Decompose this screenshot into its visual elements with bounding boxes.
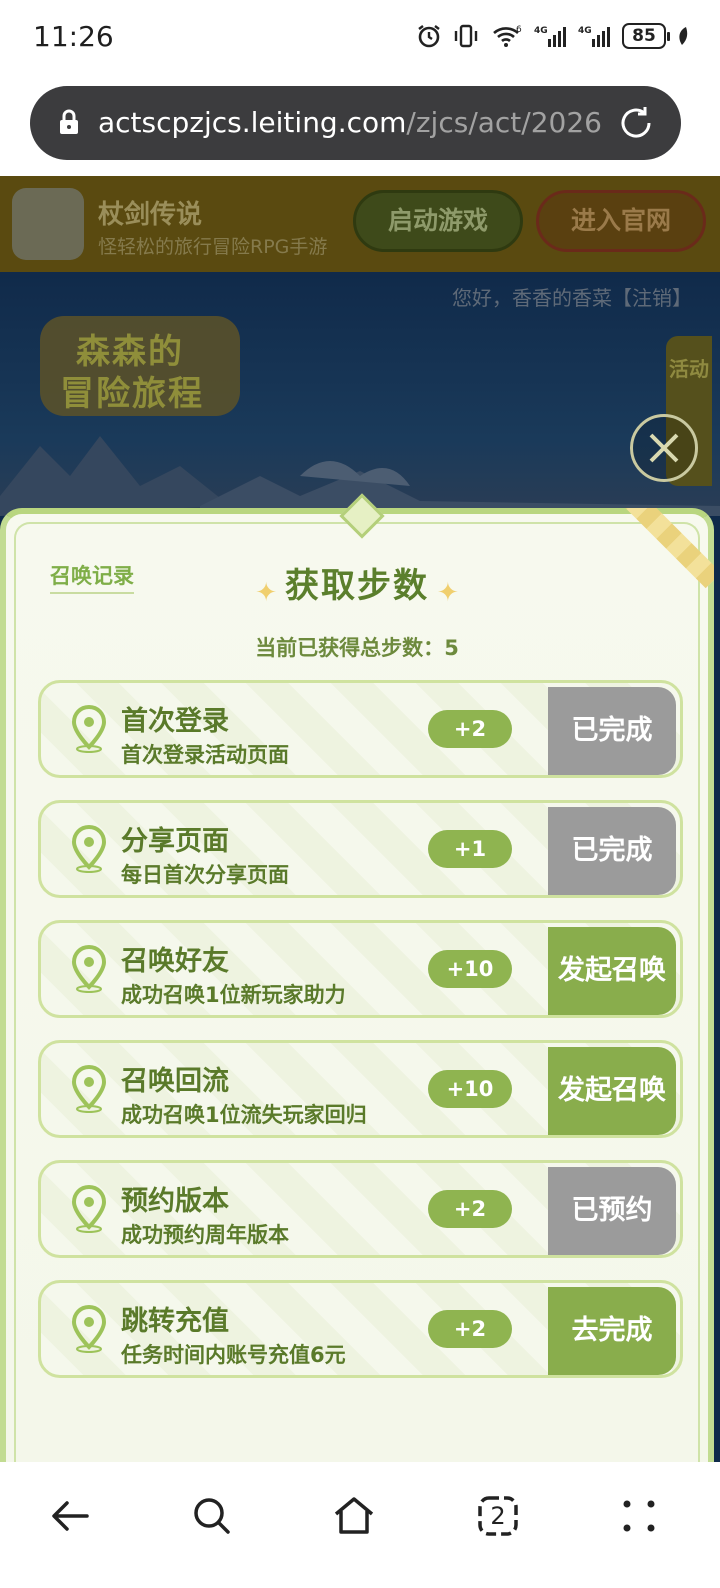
official-site-button[interactable]: 进入官网 bbox=[536, 190, 706, 252]
steps-modal: 召唤记录 ✦ 获取步数 ✦ 当前已获得总步数：5 首次登录 首次登录活动页面 +2 … bbox=[0, 493, 714, 1462]
task-name: 首次登录 bbox=[121, 706, 229, 737]
lock-icon bbox=[60, 109, 78, 134]
location-pin-icon bbox=[71, 1065, 107, 1113]
task-points-badge: +2 bbox=[428, 1190, 512, 1228]
sparkle-icon: ✦ bbox=[437, 577, 459, 608]
greeting-text[interactable]: 您好，香香的香菜【注销】 bbox=[452, 282, 692, 311]
url-text[interactable]: actscpzjcs.leiting.com/zjcs/act/2026 bbox=[98, 86, 618, 160]
modal-title-wrap: ✦ 获取步数 ✦ bbox=[6, 558, 708, 608]
start-game-button[interactable]: 启动游戏 bbox=[353, 190, 523, 252]
total-steps-label: 当前已获得总步数： bbox=[255, 636, 445, 660]
tabs-button[interactable]: 2 bbox=[474, 1492, 522, 1540]
url-host: actscpzjcs.leiting.com bbox=[98, 106, 407, 139]
task-name: 召唤好友 bbox=[121, 946, 229, 977]
location-pin-icon bbox=[71, 1305, 107, 1353]
task-points-badge: +1 bbox=[428, 830, 512, 868]
wifi-icon: 6 bbox=[493, 25, 522, 47]
svg-text:6: 6 bbox=[516, 25, 522, 35]
home-icon[interactable] bbox=[330, 1492, 378, 1540]
task-row: 召唤好友 成功召唤1位新玩家助力 +10 发起召唤 bbox=[38, 920, 683, 1018]
close-icon bbox=[649, 433, 679, 463]
task-description: 成功预约周年版本 bbox=[121, 1223, 289, 1247]
app-subtitle: 怪轻松的旅行冒险RPG手游 bbox=[98, 236, 328, 258]
menu-icon[interactable] bbox=[615, 1492, 663, 1540]
task-description: 首次登录活动页面 bbox=[121, 743, 289, 767]
total-steps-value: 5 bbox=[444, 636, 459, 660]
task-action-button[interactable]: 已完成 bbox=[548, 687, 676, 775]
task-row: 召唤回流 成功召唤1位流失玩家回归 +10 发起召唤 bbox=[38, 1040, 683, 1138]
task-points-badge: +10 bbox=[428, 1070, 512, 1108]
app-icon bbox=[12, 188, 84, 260]
signal-4g-icon-2: 4G bbox=[578, 26, 610, 47]
svg-text:4G: 4G bbox=[534, 26, 548, 36]
task-name: 预约版本 bbox=[121, 1186, 229, 1217]
task-name: 召唤回流 bbox=[121, 1066, 229, 1097]
alarm-icon bbox=[418, 25, 440, 48]
back-icon[interactable] bbox=[47, 1492, 95, 1540]
location-pin-icon bbox=[71, 1185, 107, 1233]
vibrate-icon bbox=[454, 24, 478, 48]
task-row: 分享页面 每日首次分享页面 +1 已完成 bbox=[38, 800, 683, 898]
close-button[interactable] bbox=[630, 414, 698, 482]
task-row: 跳转充值 任务时间内账号充值6元 +2 去完成 bbox=[38, 1280, 683, 1378]
tab-count: 2 bbox=[490, 1502, 506, 1530]
task-description: 成功召唤1位新玩家助力 bbox=[121, 983, 346, 1007]
task-points-badge: +2 bbox=[428, 710, 512, 748]
search-icon[interactable] bbox=[188, 1492, 236, 1540]
task-row: 首次登录 首次登录活动页面 +2 已完成 bbox=[38, 680, 683, 778]
task-points-badge: +10 bbox=[428, 950, 512, 988]
web-page: 杖剑传说 怪轻松的旅行冒险RPG手游 启动游戏 进入官网 您好，香香的香菜【注销… bbox=[0, 176, 720, 1462]
status-icons: 6 4G 4G 85 bbox=[416, 20, 690, 52]
status-bar: 11:26 6 4G 4G 85 bbox=[0, 0, 720, 76]
leaf-icon bbox=[679, 27, 688, 45]
battery-indicator: 85 bbox=[622, 23, 670, 49]
location-pin-icon bbox=[71, 945, 107, 993]
address-bar[interactable]: actscpzjcs.leiting.com/zjcs/act/2026 bbox=[30, 86, 681, 160]
task-action-button[interactable]: 发起召唤 bbox=[548, 1047, 676, 1135]
task-description: 成功召唤1位流失玩家回归 bbox=[121, 1103, 367, 1127]
task-action-button[interactable]: 发起召唤 bbox=[548, 927, 676, 1015]
sparkle-icon: ✦ bbox=[255, 577, 277, 608]
app-name: 杖剑传说 bbox=[98, 200, 203, 230]
task-description: 任务时间内账号充值6元 bbox=[121, 1343, 346, 1367]
modal-title: 获取步数 bbox=[285, 566, 429, 606]
url-path: /zjcs/act/2026 bbox=[406, 106, 602, 139]
logo-line2: 冒险旅程 bbox=[60, 374, 204, 414]
bottom-nav: 2 bbox=[0, 1462, 720, 1588]
svg-text:4G: 4G bbox=[578, 26, 592, 36]
task-action-button[interactable]: 去完成 bbox=[548, 1287, 676, 1375]
reload-icon[interactable] bbox=[617, 104, 655, 142]
task-name: 跳转充值 bbox=[121, 1306, 229, 1337]
status-time: 11:26 bbox=[33, 20, 114, 53]
task-description: 每日首次分享页面 bbox=[121, 863, 289, 887]
task-action-button[interactable]: 已预约 bbox=[548, 1167, 676, 1255]
task-name: 分享页面 bbox=[121, 826, 229, 857]
location-pin-icon bbox=[71, 825, 107, 873]
location-pin-icon bbox=[71, 705, 107, 753]
task-points-badge: +2 bbox=[428, 1310, 512, 1348]
signal-4g-icon: 4G bbox=[534, 26, 566, 47]
total-steps: 当前已获得总步数：5 bbox=[6, 632, 708, 662]
task-row: 预约版本 成功预约周年版本 +2 已预约 bbox=[38, 1160, 683, 1258]
app-banner: 杖剑传说 怪轻松的旅行冒险RPG手游 启动游戏 进入官网 bbox=[0, 176, 720, 272]
task-action-button[interactable]: 已完成 bbox=[548, 807, 676, 895]
